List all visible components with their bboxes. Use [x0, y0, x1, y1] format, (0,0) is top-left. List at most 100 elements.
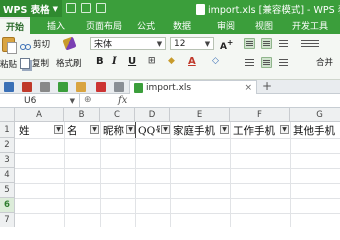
- border-icon[interactable]: ⊞: [148, 56, 156, 66]
- tab-formulas[interactable]: 公式: [132, 17, 160, 34]
- tab-data[interactable]: 数据: [168, 17, 196, 34]
- filter-dropdown-icon[interactable]: ▼: [126, 125, 135, 134]
- filter-dropdown-icon[interactable]: ▼: [220, 125, 229, 134]
- align-left-button[interactable]: [244, 57, 255, 68]
- fill-color-icon[interactable]: ◆: [168, 56, 175, 66]
- print-preview-icon[interactable]: [40, 82, 50, 92]
- document-tab[interactable]: import.xls ×: [129, 80, 257, 94]
- zoom-icon[interactable]: ⊕: [84, 95, 92, 105]
- tab-review[interactable]: 审阅: [212, 17, 240, 34]
- formula-bar: U6 ▼ ⊕ fx: [0, 94, 340, 108]
- row-header-7[interactable]: 7: [0, 213, 15, 227]
- close-icon[interactable]: ×: [244, 83, 252, 93]
- filter-dropdown-icon[interactable]: ▼: [280, 125, 289, 134]
- row-header-3[interactable]: 3: [0, 153, 15, 168]
- header-cell-work-phone[interactable]: 工作手机: [231, 122, 279, 138]
- underline-button[interactable]: U: [128, 56, 136, 67]
- row-header-6[interactable]: 6: [0, 198, 15, 213]
- new-tab-button[interactable]: +: [262, 80, 272, 93]
- copy-label: 复制: [32, 59, 50, 69]
- header-cell-nickname[interactable]: 昵称: [101, 122, 125, 138]
- scissors-icon: [20, 39, 31, 50]
- paste-button[interactable]: [2, 37, 17, 54]
- header-cell-qq[interactable]: QQ号: [136, 122, 160, 138]
- copy-icon: [20, 57, 30, 69]
- filter-dropdown-icon[interactable]: ▼: [161, 125, 170, 134]
- column-header-a[interactable]: A: [15, 108, 64, 122]
- tab-developer[interactable]: 开发工具: [288, 17, 332, 34]
- xls-file-icon: [134, 82, 143, 93]
- format-painter-label: 格式刷: [56, 59, 82, 69]
- column-header-g[interactable]: G: [290, 108, 340, 122]
- cut-button[interactable]: 剪切: [20, 38, 50, 50]
- format-painter-button[interactable]: 格式刷: [56, 57, 82, 69]
- spell-check-icon[interactable]: [58, 82, 68, 92]
- save-icon[interactable]: [66, 3, 76, 13]
- header-cell-given-name[interactable]: 名: [65, 122, 89, 138]
- tab-view[interactable]: 视图: [250, 17, 278, 34]
- name-box[interactable]: U6 ▼: [0, 94, 80, 108]
- paste-label-button[interactable]: 粘贴: [0, 58, 17, 70]
- font-size-value: 12: [174, 38, 186, 49]
- redo-icon[interactable]: [114, 82, 124, 92]
- format-painter-icon-button[interactable]: [62, 36, 77, 51]
- font-size-select[interactable]: 12 ▼: [170, 37, 214, 50]
- document-tab-label: import.xls: [146, 82, 192, 93]
- font-name-select[interactable]: 宋体 ▼: [90, 37, 166, 50]
- clear-format-icon[interactable]: ◇: [212, 56, 219, 66]
- column-header-b[interactable]: B: [64, 108, 100, 122]
- column-header-c[interactable]: C: [100, 108, 135, 122]
- row-header-2[interactable]: 2: [0, 138, 15, 153]
- row-header-5[interactable]: 5: [0, 183, 15, 198]
- spreadsheet-grid[interactable]: A B C D E F G 1 2 3 4 5 6 7 姓 ▼ 名 ▼ 昵称 ▼…: [0, 108, 340, 227]
- filter-dropdown-icon[interactable]: ▼: [54, 125, 63, 134]
- print-icon[interactable]: [81, 3, 91, 13]
- ribbon-home: 粘贴 剪切 复制 格式刷 宋体 ▼ 12 ▼ A+ B I U ⊞ ◆ A ◇ …: [0, 34, 340, 80]
- align-top-button[interactable]: [244, 38, 255, 49]
- align-middle-button[interactable]: [261, 38, 272, 49]
- select-all-corner[interactable]: [0, 108, 15, 122]
- merge-label: 合并: [316, 58, 334, 68]
- font-color-icon[interactable]: A: [188, 56, 196, 67]
- pdf-icon[interactable]: [22, 82, 32, 92]
- title-bar: WPS 表格 ▼ import.xls [兼容模式] - WPS 表格: [0, 0, 340, 17]
- tab-home[interactable]: 开始: [0, 17, 30, 34]
- align-right-button[interactable]: [278, 57, 289, 68]
- column-header-d[interactable]: D: [135, 108, 170, 122]
- chevron-down-icon: ▼: [69, 97, 75, 105]
- ribbon-tabs: 开始 插入 页面布局 公式 数据 审阅 视图 开发工具: [0, 17, 340, 34]
- align-bottom-button[interactable]: [278, 38, 289, 49]
- app-name: WPS 表格: [3, 4, 50, 16]
- header-cell-other-phone[interactable]: 其他手机: [291, 122, 340, 138]
- italic-button[interactable]: I: [112, 56, 117, 67]
- undo-icon[interactable]: [76, 82, 86, 92]
- copy-button[interactable]: 复制: [20, 57, 49, 69]
- tab-insert[interactable]: 插入: [38, 17, 74, 34]
- document-tab-bar: import.xls × +: [0, 80, 340, 94]
- tab-page-layout[interactable]: 页面布局: [80, 17, 128, 34]
- align-center-button[interactable]: [261, 57, 272, 68]
- cut-label: 剪切: [33, 40, 51, 50]
- formula-input[interactable]: [132, 95, 338, 107]
- header-cell-home-phone[interactable]: 家庭手机: [171, 122, 219, 138]
- wps-logo-icon[interactable]: [96, 82, 106, 92]
- chevron-down-icon: ▼: [52, 4, 58, 13]
- column-header-f[interactable]: F: [230, 108, 290, 122]
- chevron-down-icon: ▼: [156, 39, 163, 48]
- new-doc-icon[interactable]: [4, 82, 14, 92]
- grow-font-button[interactable]: A+: [220, 38, 233, 52]
- merge-icon[interactable]: [300, 38, 320, 49]
- row-header-1[interactable]: 1: [0, 122, 15, 138]
- quick-access-toolbar: [66, 3, 106, 13]
- window-title-text: import.xls [兼容模式] - WPS 表格: [208, 5, 340, 16]
- merge-button[interactable]: 合并: [316, 56, 333, 68]
- app-menu-button[interactable]: WPS 表格 ▼: [0, 0, 62, 17]
- header-cell-surname[interactable]: 姓: [17, 122, 53, 138]
- undo-icon[interactable]: [96, 3, 106, 13]
- filter-dropdown-icon[interactable]: ▼: [90, 125, 99, 134]
- row-header-4[interactable]: 4: [0, 168, 15, 183]
- bold-button[interactable]: B: [96, 56, 104, 67]
- function-icon[interactable]: fx: [118, 95, 127, 106]
- column-header-e[interactable]: E: [170, 108, 230, 122]
- paste-icon: [2, 37, 17, 54]
